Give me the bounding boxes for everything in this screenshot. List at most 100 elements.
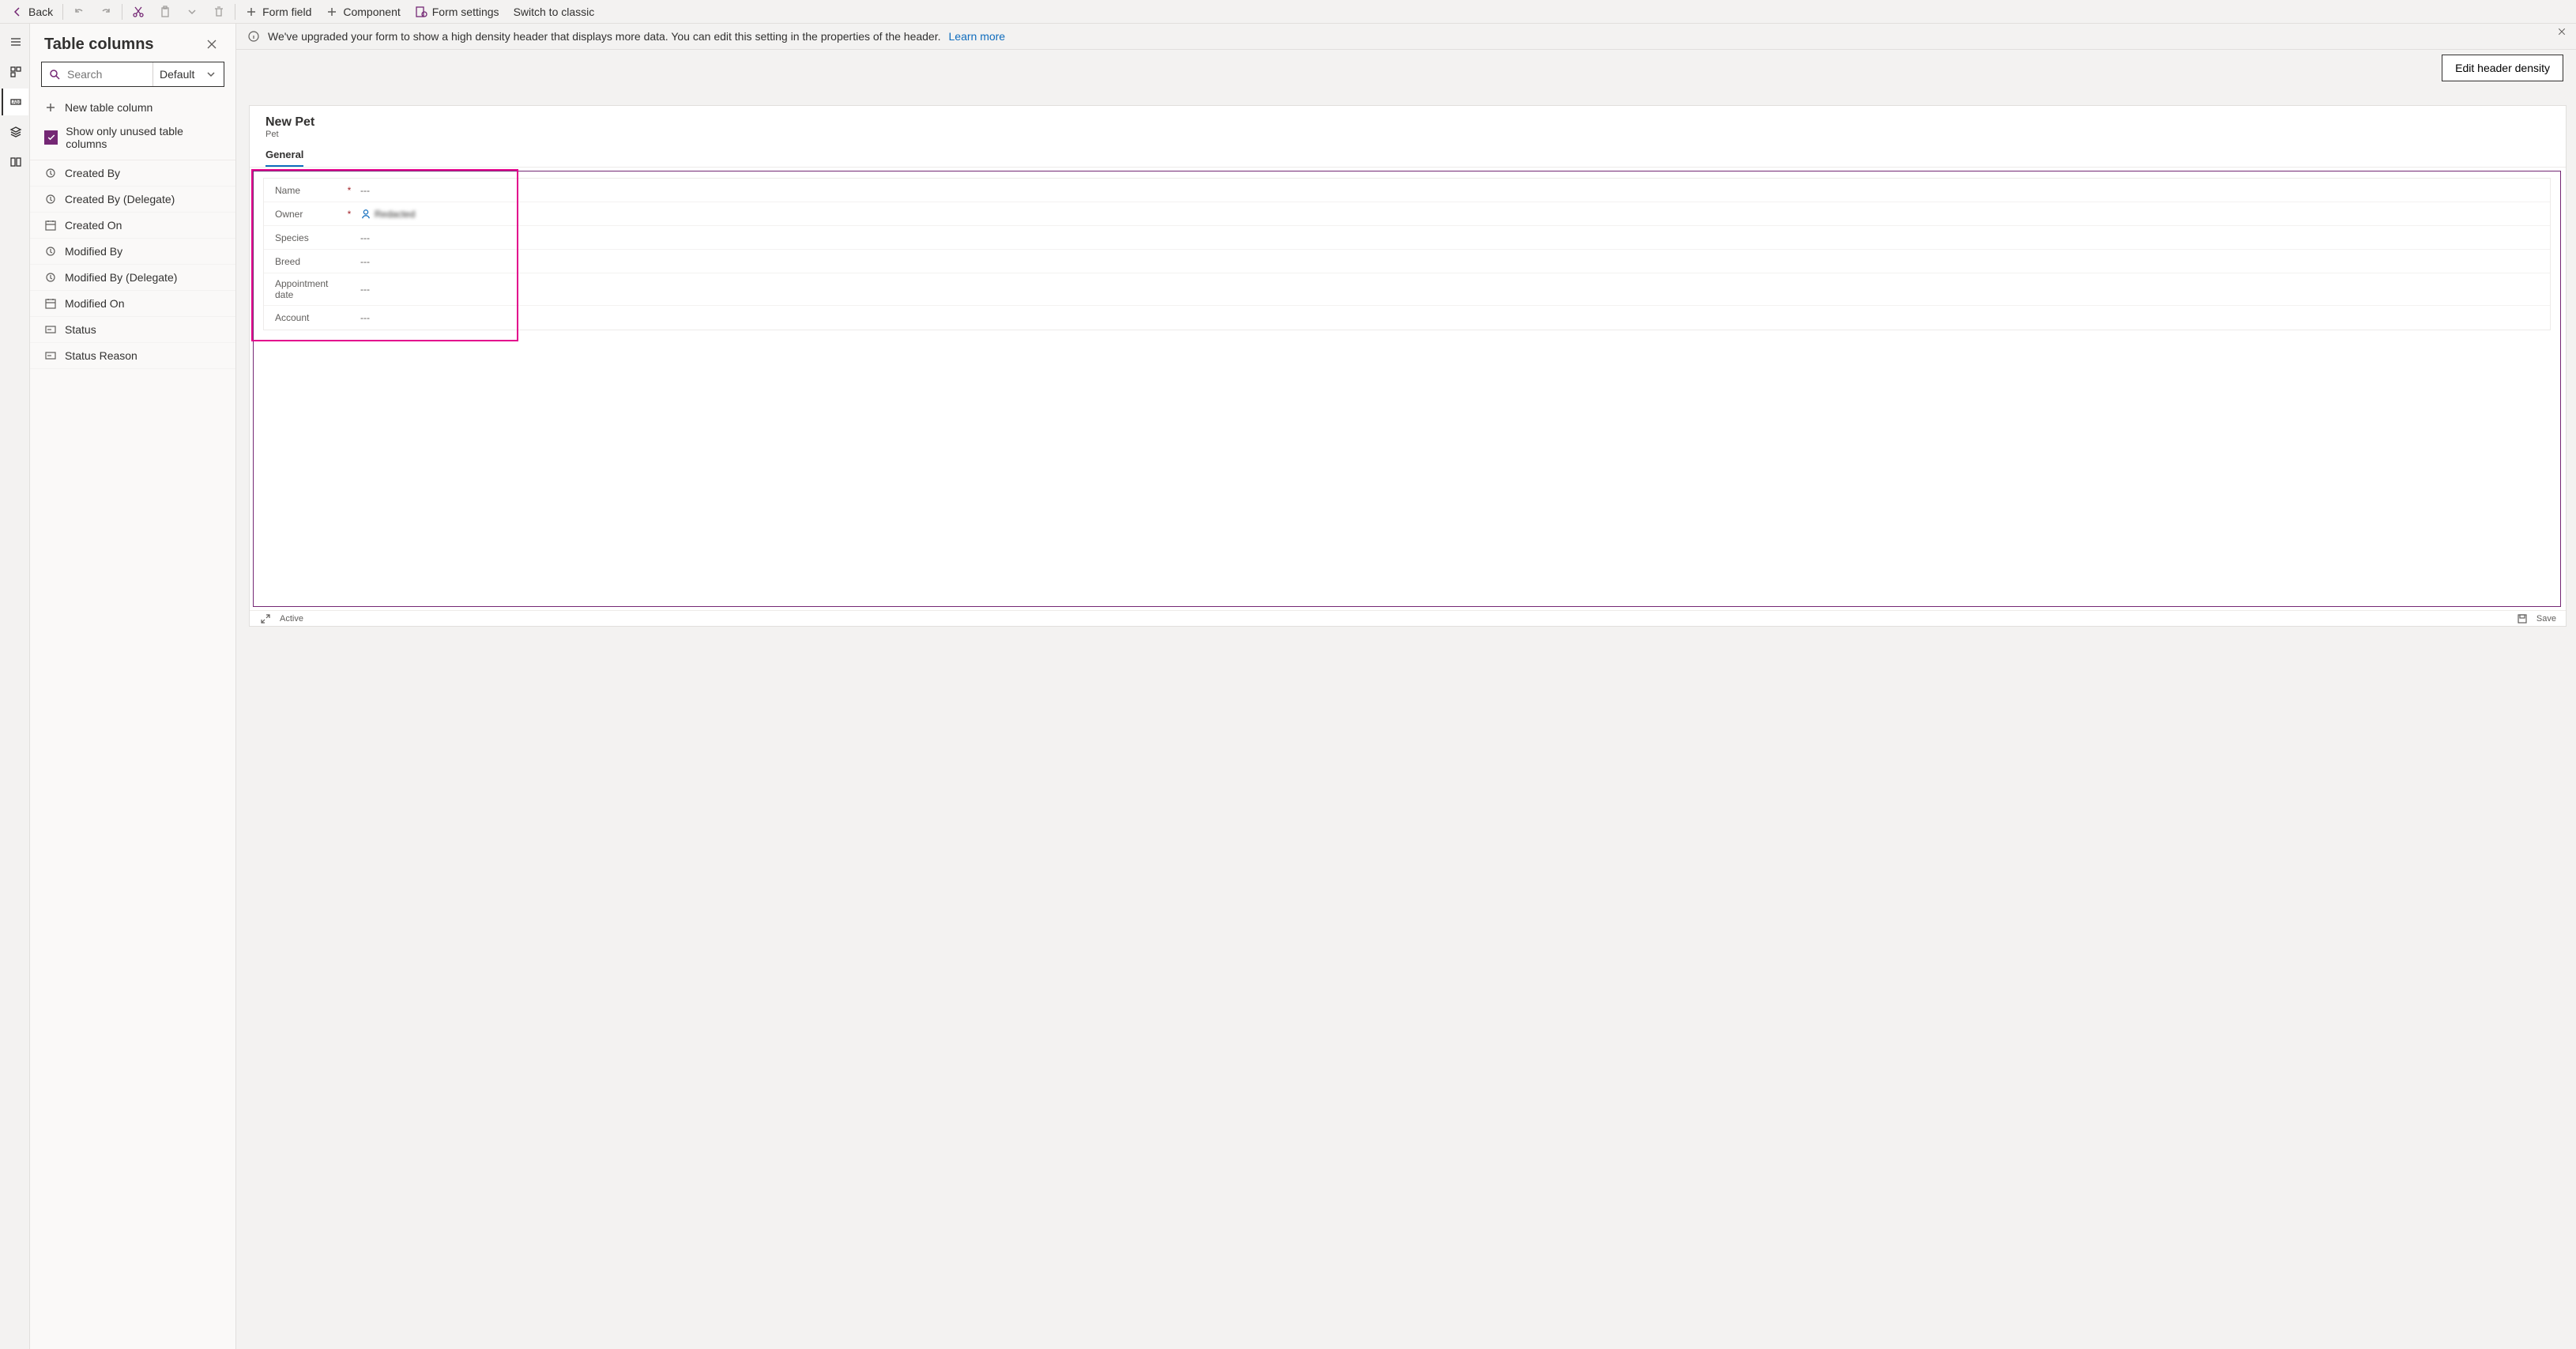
component-button[interactable]: Component bbox=[319, 0, 406, 24]
column-item[interactable]: Modified By bbox=[30, 239, 235, 265]
form-field-row[interactable]: Name* --- bbox=[264, 179, 2550, 202]
column-item[interactable]: Status bbox=[30, 317, 235, 343]
search-icon bbox=[48, 68, 61, 81]
form-header[interactable]: New Pet Pet bbox=[250, 106, 2566, 144]
search-input[interactable] bbox=[66, 67, 146, 81]
canvas-area: We've upgraded your form to show a high … bbox=[236, 24, 2576, 1349]
delete-button[interactable] bbox=[206, 0, 232, 24]
save-label[interactable]: Save bbox=[2536, 614, 2556, 624]
checkbox-checked-icon bbox=[44, 130, 58, 145]
field-value: --- bbox=[360, 284, 370, 295]
status-label: Active bbox=[280, 614, 303, 624]
chevron-down-icon bbox=[205, 68, 217, 81]
field-value: --- bbox=[360, 185, 370, 196]
show-unused-checkbox-row[interactable]: Show only unused table columns bbox=[30, 120, 235, 160]
info-message: We've upgraded your form to show a high … bbox=[268, 30, 941, 43]
field-label: Account bbox=[275, 312, 346, 323]
form-tabs: General bbox=[250, 144, 2566, 168]
form-settings-label: Form settings bbox=[432, 6, 499, 18]
panel-close-button[interactable] bbox=[202, 35, 221, 54]
back-arrow-icon bbox=[11, 6, 24, 18]
expand-icon[interactable] bbox=[259, 612, 272, 625]
field-label: Breed bbox=[275, 256, 346, 267]
rail-tree[interactable] bbox=[2, 119, 28, 145]
rail-columns[interactable]: Abc bbox=[2, 89, 28, 115]
field-icon: Abc bbox=[9, 96, 22, 108]
form-status-bar: Active Save bbox=[250, 610, 2566, 626]
column-label: Status bbox=[65, 323, 96, 336]
field-label: Name bbox=[275, 185, 346, 196]
left-rail: Abc bbox=[0, 24, 30, 1349]
rail-libraries[interactable] bbox=[2, 149, 28, 175]
column-item[interactable]: Created By (Delegate) bbox=[30, 187, 235, 213]
field-value: --- bbox=[360, 256, 370, 267]
learn-more-link[interactable]: Learn more bbox=[949, 30, 1006, 43]
owner-value: Redacted bbox=[375, 209, 415, 220]
column-item[interactable]: Modified By (Delegate) bbox=[30, 265, 235, 291]
column-item[interactable]: Created By bbox=[30, 160, 235, 187]
form-entity: Pet bbox=[266, 130, 2550, 139]
cut-button[interactable] bbox=[126, 0, 151, 24]
column-item[interactable]: Modified On bbox=[30, 291, 235, 317]
cut-icon bbox=[132, 6, 145, 18]
column-item[interactable]: Status Reason bbox=[30, 343, 235, 369]
chevron-down-icon bbox=[186, 6, 198, 18]
field-label: Species bbox=[275, 232, 346, 243]
plus-icon bbox=[245, 6, 258, 18]
column-type-icon bbox=[44, 323, 57, 336]
column-label: Created By (Delegate) bbox=[65, 193, 175, 205]
paste-dropdown[interactable] bbox=[179, 0, 205, 24]
column-type-icon bbox=[44, 297, 57, 310]
switch-classic-button[interactable]: Switch to classic bbox=[507, 0, 601, 24]
paste-icon bbox=[159, 6, 171, 18]
column-type-icon bbox=[44, 193, 57, 205]
form-fieldset: Name*---Owner*RedactedSpecies---Breed---… bbox=[263, 178, 2551, 330]
redo-icon bbox=[100, 6, 112, 18]
layers-icon bbox=[9, 126, 22, 138]
table-columns-panel: Table columns Default New table column S… bbox=[30, 24, 236, 1349]
column-item[interactable]: Created On bbox=[30, 213, 235, 239]
required-marker: * bbox=[346, 209, 352, 220]
form-field-button[interactable]: Form field bbox=[239, 0, 318, 24]
paste-button[interactable] bbox=[153, 0, 178, 24]
field-label: Owner bbox=[275, 209, 346, 220]
column-type-icon bbox=[44, 271, 57, 284]
filter-dropdown[interactable]: Default bbox=[153, 62, 224, 86]
form-title: New Pet bbox=[266, 115, 2550, 130]
form-field-row[interactable]: Owner* Redacted bbox=[264, 202, 2550, 226]
info-bar: We've upgraded your form to show a high … bbox=[236, 24, 2576, 50]
form-field-label: Form field bbox=[262, 6, 311, 18]
form-field-row[interactable]: Breed --- bbox=[264, 250, 2550, 273]
form-section[interactable]: Name*---Owner*RedactedSpecies---Breed---… bbox=[253, 171, 2561, 607]
undo-icon bbox=[73, 6, 85, 18]
form-settings-button[interactable]: Form settings bbox=[409, 0, 506, 24]
redo-button[interactable] bbox=[93, 0, 119, 24]
info-close-button[interactable] bbox=[2557, 27, 2567, 39]
form-field-row[interactable]: Account --- bbox=[264, 306, 2550, 330]
filter-label: Default bbox=[160, 68, 194, 81]
search-row: Default bbox=[41, 62, 224, 87]
form-field-row[interactable]: Species --- bbox=[264, 226, 2550, 250]
field-value: --- bbox=[360, 232, 370, 243]
column-label: Modified On bbox=[65, 297, 124, 310]
undo-button[interactable] bbox=[66, 0, 92, 24]
plus-icon bbox=[44, 101, 57, 114]
column-type-icon bbox=[44, 167, 57, 179]
column-label: Modified By (Delegate) bbox=[65, 271, 177, 284]
column-type-icon bbox=[44, 349, 57, 362]
search-input-wrap[interactable] bbox=[42, 67, 153, 81]
field-value: --- bbox=[360, 312, 370, 323]
edit-header-density-button[interactable]: Edit header density bbox=[2442, 55, 2563, 81]
rail-hamburger[interactable] bbox=[2, 28, 28, 55]
tab-general[interactable]: General bbox=[266, 144, 303, 167]
new-table-column-button[interactable]: New table column bbox=[30, 95, 235, 120]
form-field-row[interactable]: Appointment date--- bbox=[264, 273, 2550, 306]
new-column-label: New table column bbox=[65, 101, 153, 114]
back-button[interactable]: Back bbox=[5, 0, 59, 24]
rail-components[interactable] bbox=[2, 58, 28, 85]
panel-title: Table columns bbox=[44, 36, 154, 54]
form-card: New Pet Pet General Name*---Owner*Redact… bbox=[249, 105, 2567, 627]
required-marker: * bbox=[346, 185, 352, 196]
column-type-icon bbox=[44, 219, 57, 232]
delete-icon bbox=[213, 6, 225, 18]
